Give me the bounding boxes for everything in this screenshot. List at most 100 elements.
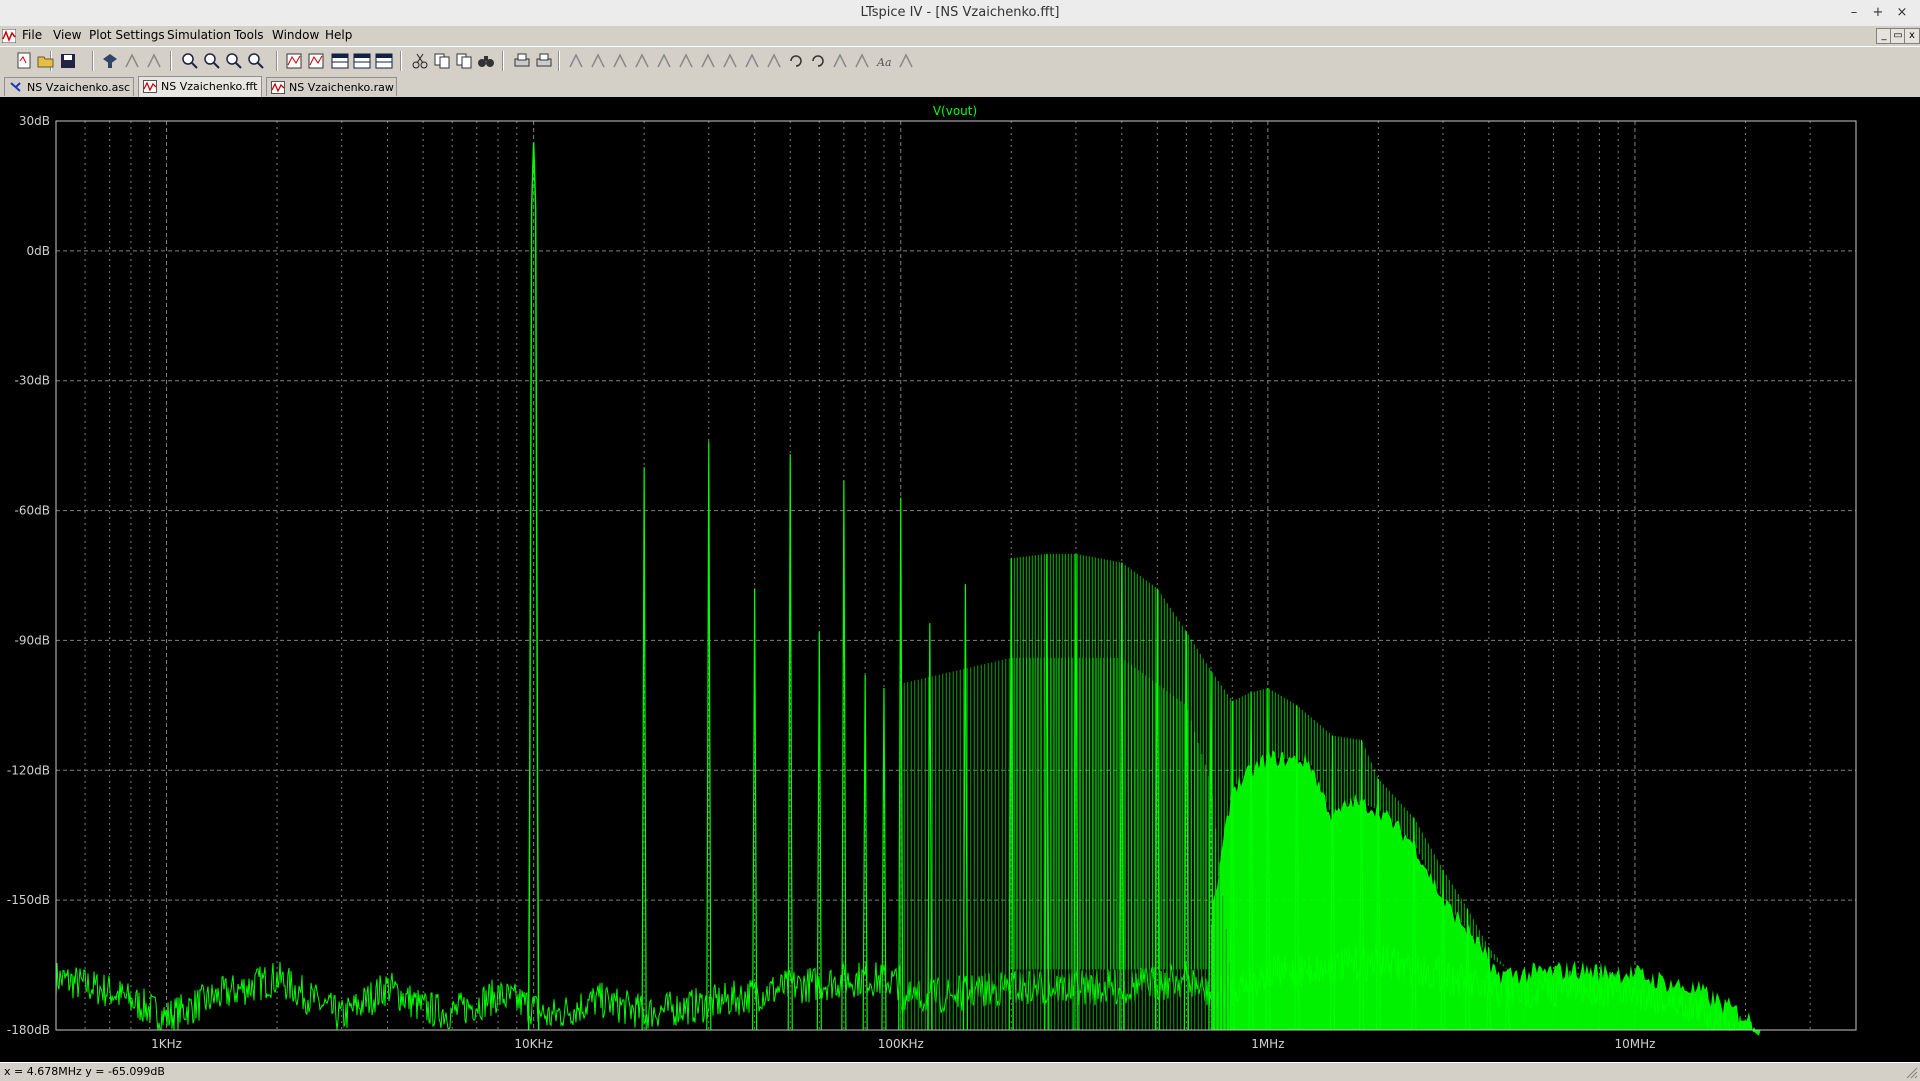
drag-icon[interactable] — [764, 51, 784, 71]
y-tick-label: 30dB — [19, 114, 50, 128]
trace-label-vout[interactable]: V(vout) — [933, 104, 977, 118]
label-icon[interactable] — [610, 51, 630, 71]
toolbar-separator — [400, 51, 402, 71]
harmonic-peak — [641, 467, 647, 1031]
harmonic-peak — [1154, 588, 1160, 1031]
zoom-cancel-icon[interactable] — [246, 51, 266, 71]
zoom-area-icon[interactable] — [202, 51, 222, 71]
mirror-icon[interactable] — [852, 51, 872, 71]
x-tick-label: 10KHz — [514, 1037, 552, 1051]
menu-view[interactable]: View — [53, 28, 81, 42]
waveform-icon — [271, 81, 285, 94]
status-bar: x = 4.678MHz y = -65.099dB — [0, 1062, 1920, 1081]
waveform-plot-pane[interactable]: 30dB 0dB -30dB -60dB -90dB -120dB -150dB -180dB… — [0, 97, 1920, 1062]
window-title: LTspice IV - [NS Vzaichenko.fft] — [860, 5, 1060, 20]
tile-vertical-icon[interactable] — [352, 51, 372, 71]
cascade-icon[interactable] — [374, 51, 394, 71]
y-tick-label: -90dB — [15, 633, 50, 647]
mdi-close-icon[interactable]: x — [1904, 28, 1920, 44]
harmonic-peak — [962, 584, 968, 1031]
y-tick-label: -120dB — [7, 763, 50, 777]
menu-plot-settings[interactable]: Plot Settings — [89, 28, 165, 42]
tile-horizontal-icon[interactable] — [330, 51, 350, 71]
y-tick-label: 0dB — [27, 244, 50, 258]
harmonic-peak — [706, 441, 712, 1031]
tab-raw[interactable]: NS Vzaichenko.raw — [266, 77, 397, 96]
schematic-icon — [10, 82, 21, 92]
waveform-icon — [143, 80, 157, 93]
control-panel-icon[interactable] — [100, 51, 120, 71]
print-preview-icon[interactable] — [512, 51, 532, 71]
title-bar: LTspice IV - [NS Vzaichenko.fft] – + × — [0, 0, 1920, 27]
harmonic-peak — [841, 480, 847, 1031]
plot-frame — [55, 120, 1857, 1031]
x-tick-label: 1MHz — [1251, 1037, 1284, 1051]
menu-simulation[interactable]: Simulation — [167, 28, 231, 42]
autorange-icon[interactable] — [284, 51, 304, 71]
menu-tools[interactable]: Tools — [234, 28, 264, 42]
rotate-icon[interactable] — [830, 51, 850, 71]
move-icon[interactable] — [742, 51, 762, 71]
ground-icon[interactable] — [588, 51, 608, 71]
toolbar-separator — [170, 51, 172, 71]
y-tick-label: -180dB — [7, 1023, 50, 1037]
menu-window[interactable]: Window — [272, 28, 319, 42]
redo-icon[interactable] — [808, 51, 828, 71]
run-icon[interactable] — [122, 51, 142, 71]
tab-fft[interactable]: NS Vzaichenko.fft — [138, 76, 262, 97]
harmonic-peak — [862, 675, 868, 1031]
toolbar-separator — [502, 51, 504, 71]
resize-grip-icon[interactable] — [1904, 1065, 1918, 1079]
harmonic-peak — [1119, 562, 1125, 1031]
toolbar: Aa — [0, 46, 1920, 76]
spectral-mass-fill — [1210, 750, 1761, 1036]
tab-label: NS Vzaichenko.raw — [289, 81, 394, 94]
undo-icon[interactable] — [786, 51, 806, 71]
x-tick-label: 1KHz — [151, 1037, 182, 1051]
close-button[interactable]: × — [1892, 3, 1912, 23]
open-icon[interactable] — [36, 51, 56, 71]
print-icon[interactable] — [534, 51, 554, 71]
svg-text:Aa: Aa — [876, 56, 892, 69]
y-tick-label: -150dB — [7, 893, 50, 907]
manual-limits-icon[interactable] — [306, 51, 326, 71]
y-tick-label: -60dB — [15, 504, 50, 518]
component-icon[interactable] — [720, 51, 740, 71]
x-tick-label: 10MHz — [1614, 1037, 1655, 1051]
halt-icon[interactable] — [144, 51, 164, 71]
menu-help[interactable]: Help — [325, 28, 352, 42]
menu-file[interactable]: File — [22, 28, 42, 42]
resistor-icon[interactable] — [632, 51, 652, 71]
harmonic-peak — [752, 588, 758, 1031]
toolbar-separator — [92, 51, 94, 71]
tab-label: NS Vzaichenko.fft — [161, 80, 258, 93]
capacitor-icon[interactable] — [654, 51, 674, 71]
cut-icon[interactable] — [410, 51, 430, 71]
grid — [55, 120, 1857, 1031]
toolbar-separator — [558, 51, 560, 71]
y-tick-label: -30dB — [15, 374, 50, 388]
new-schematic-icon[interactable] — [14, 51, 34, 71]
diode-icon[interactable] — [698, 51, 718, 71]
zoom-out-icon[interactable] — [224, 51, 244, 71]
tab-label: NS Vzaichenko.asc — [27, 81, 131, 94]
maximize-button[interactable]: + — [1868, 3, 1888, 23]
trace-group — [55, 142, 1761, 1036]
text-icon[interactable]: Aa — [874, 51, 894, 71]
copy-icon[interactable] — [432, 51, 452, 71]
inductor-icon[interactable] — [676, 51, 696, 71]
menu-bar: File View Plot Settings Simulation Tools… — [0, 26, 1920, 46]
cursor-readout: x = 4.678MHz y = -65.099dB — [4, 1065, 165, 1078]
find-icon[interactable] — [476, 51, 496, 71]
document-tabs: NS Vzaichenko.asc NS Vzaichenko.fft NS V… — [0, 75, 1920, 97]
toolbar-separator — [276, 51, 278, 71]
save-icon[interactable] — [58, 51, 78, 71]
fft-plot[interactable]: 30dB 0dB -30dB -60dB -90dB -120dB -150dB -180dB… — [0, 97, 1920, 1062]
ltspice-app-icon — [2, 29, 16, 43]
minimize-button[interactable]: – — [1844, 3, 1864, 23]
zoom-in-icon[interactable] — [180, 51, 200, 71]
tab-schematic[interactable]: NS Vzaichenko.asc — [4, 77, 134, 96]
paste-icon[interactable] — [454, 51, 474, 71]
wire-icon[interactable] — [566, 51, 586, 71]
spice-directive-icon[interactable] — [896, 51, 916, 71]
